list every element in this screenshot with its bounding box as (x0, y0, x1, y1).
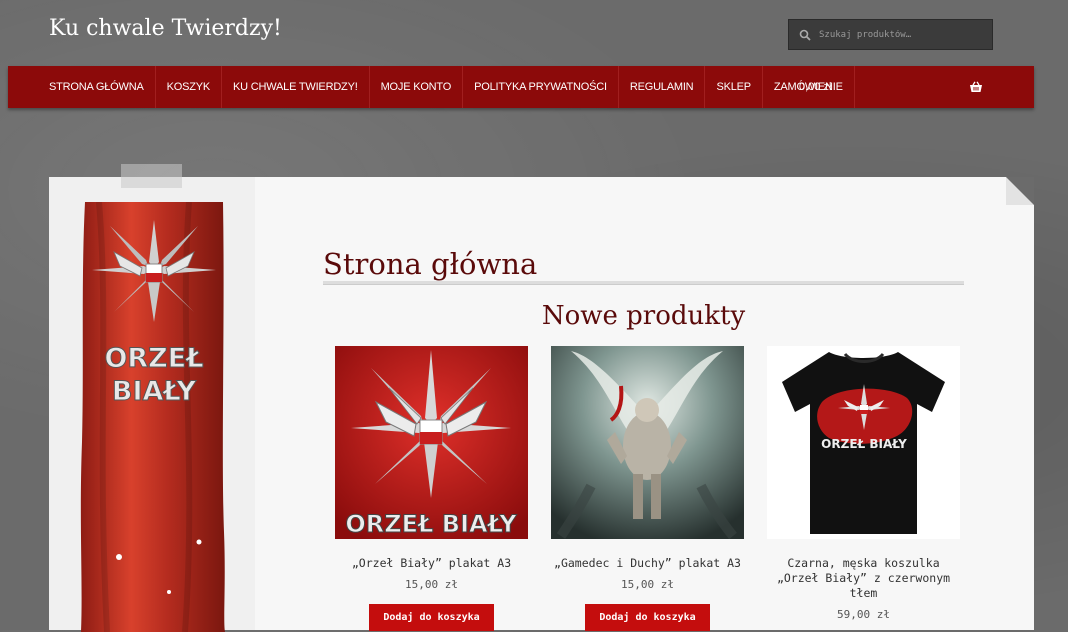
product-image[interactable] (551, 346, 744, 539)
product-image-caption: ORZEŁ BIAŁY (345, 510, 517, 538)
banner-title-line2: BIAŁY (112, 376, 197, 407)
product-card: ORZEŁ BIAŁY Czarna, męska koszulka „Orze… (767, 346, 960, 621)
nav-item-ku-chwale-twierdzy[interactable]: Ku chwale Twierdzy! (222, 66, 370, 108)
product-title[interactable]: „Orzeł Biały” plakat A3 (335, 556, 528, 571)
search-box[interactable] (788, 19, 993, 50)
product-title[interactable]: „Gamedec i Duchy” plakat A3 (551, 556, 744, 571)
page-title: Strona główna (323, 247, 538, 281)
product-card: ORZEŁ BIAŁY „Orzeł Biały” plakat A3 15,0… (335, 346, 528, 631)
search-input[interactable] (817, 28, 986, 41)
sidebar: ORZEŁ BIAŁY (49, 177, 255, 632)
nav-item-strona-glowna[interactable]: Strona główna (38, 66, 156, 108)
product-image[interactable]: ORZEŁ BIAŁY (335, 346, 528, 539)
product-card: „Gamedec i Duchy” plakat A3 15,00 zł Dod… (551, 346, 744, 631)
nav-item-sklep[interactable]: Sklep (705, 66, 763, 108)
product-price: 15,00 zł (621, 578, 674, 591)
product-price: 15,00 zł (405, 578, 458, 591)
orzel-bialy-banner[interactable]: ORZEŁ BIAŁY (79, 202, 229, 632)
product-image[interactable]: ORZEŁ BIAŁY (767, 346, 960, 539)
search-icon (799, 29, 811, 41)
basket-icon[interactable] (969, 81, 983, 93)
product-price: 59,00 zł (837, 608, 890, 621)
cart-total[interactable]: 0,00 zł (799, 66, 831, 108)
site-title[interactable]: Ku chwale Twierdzy! (49, 16, 282, 41)
add-to-cart-button[interactable]: Dodaj do koszyka (585, 604, 710, 631)
nav-item-polityka-prywatnosci[interactable]: Polityka prywatności (463, 66, 619, 108)
title-divider (323, 281, 964, 285)
primary-navigation: Strona główna Koszyk Ku chwale Twierdzy!… (8, 66, 1034, 108)
main-content: ORZEŁ BIAŁY Strona główna Nowe produkty (49, 177, 1034, 632)
decorative-tape (121, 164, 182, 188)
nav-item-moje-konto[interactable]: Moje konto (370, 66, 464, 108)
nav-item-regulamin[interactable]: Regulamin (619, 66, 706, 108)
nav-item-koszyk[interactable]: Koszyk (156, 66, 223, 108)
section-title: Nowe produkty (541, 301, 746, 331)
banner-title-line1: ORZEŁ (104, 343, 203, 374)
product-title[interactable]: Czarna, męska koszulka „Orzeł Biały” z c… (767, 556, 960, 601)
page-corner-fold (1006, 177, 1034, 205)
add-to-cart-button[interactable]: Dodaj do koszyka (369, 604, 494, 631)
product-image-caption: ORZEŁ BIAŁY (821, 437, 907, 451)
